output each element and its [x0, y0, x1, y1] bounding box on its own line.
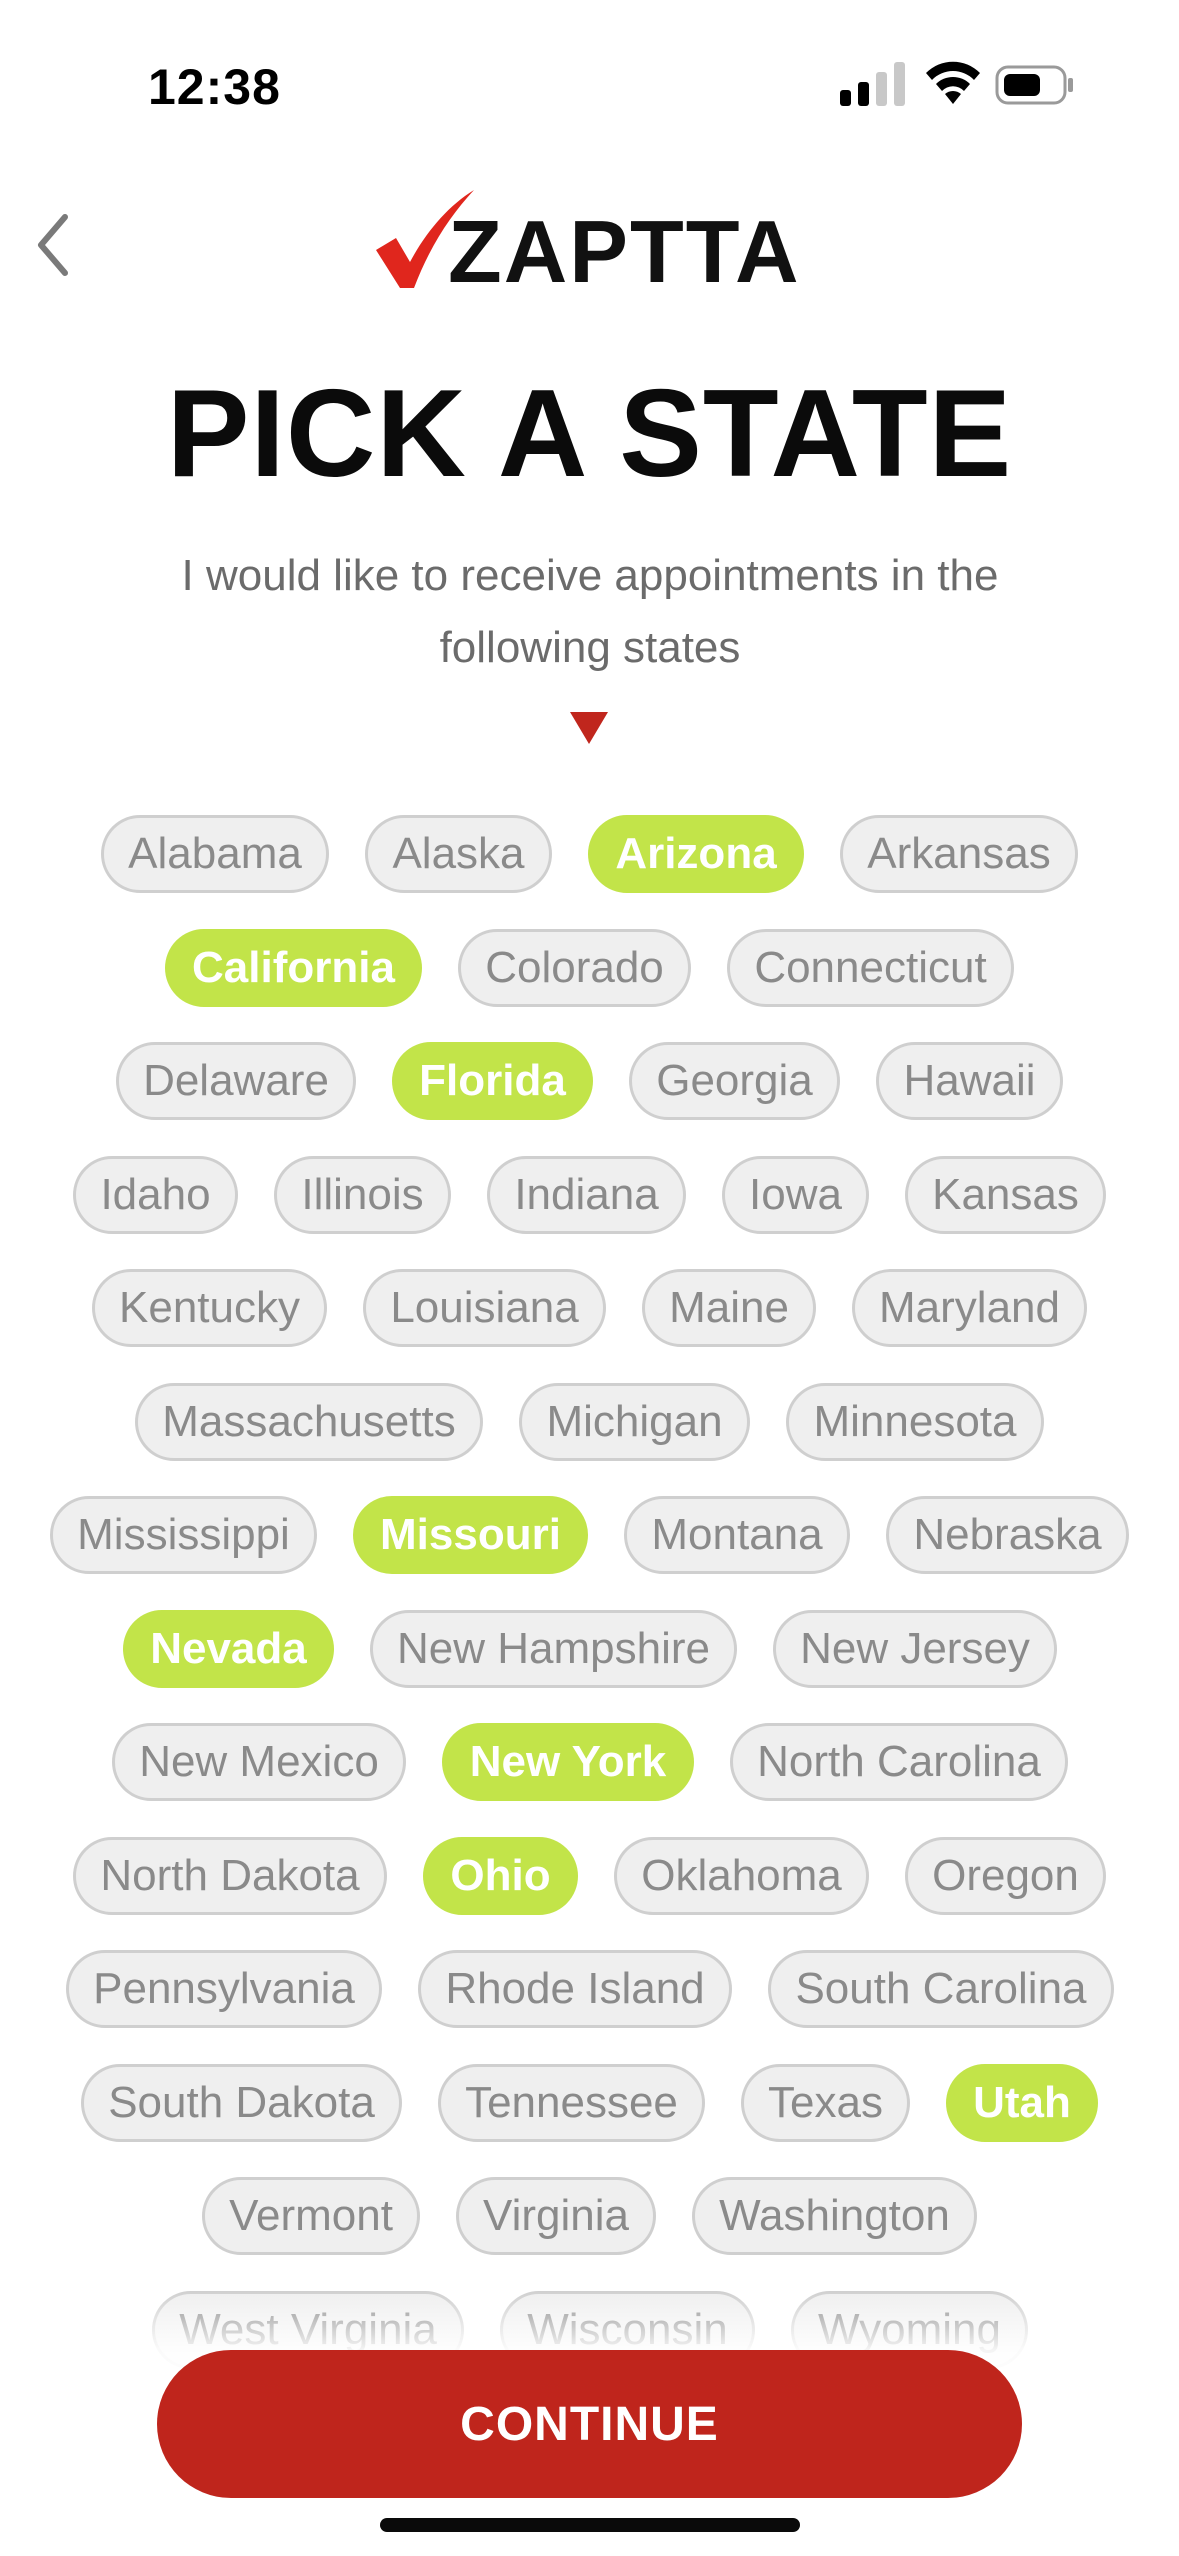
- state-chip-washington[interactable]: Washington: [692, 2177, 977, 2255]
- state-chip-connecticut[interactable]: Connecticut: [727, 929, 1014, 1007]
- wifi-icon: [926, 61, 980, 104]
- state-chip-louisiana[interactable]: Louisiana: [363, 1269, 606, 1347]
- state-chip-pennsylvania[interactable]: Pennsylvania: [66, 1950, 382, 2028]
- state-chip-massachusetts[interactable]: Massachusetts: [135, 1383, 483, 1461]
- state-chip-georgia[interactable]: Georgia: [629, 1042, 840, 1120]
- battery-icon: [995, 65, 1073, 105]
- state-chip-alaska[interactable]: Alaska: [365, 815, 552, 893]
- back-button[interactable]: [18, 205, 88, 285]
- zaptta-logo: ZAPTTA: [370, 188, 810, 298]
- state-chip-north-dakota[interactable]: North Dakota: [73, 1837, 387, 1915]
- triangle-down-icon: [570, 712, 608, 744]
- state-chip-utah[interactable]: Utah: [946, 2064, 1098, 2142]
- state-chip-missouri[interactable]: Missouri: [353, 1496, 588, 1574]
- status-time: 12:38: [148, 59, 281, 115]
- cellular-signal-icon: [840, 62, 905, 106]
- state-chip-california[interactable]: California: [165, 929, 422, 1007]
- state-chip-arkansas[interactable]: Arkansas: [840, 815, 1078, 893]
- state-chip-nevada[interactable]: Nevada: [123, 1610, 334, 1688]
- state-chip-delaware[interactable]: Delaware: [116, 1042, 356, 1120]
- state-chip-indiana[interactable]: Indiana: [487, 1156, 686, 1234]
- state-chip-arizona[interactable]: Arizona: [588, 815, 804, 893]
- subtitle: I would like to receive appointments in …: [181, 551, 999, 672]
- state-chip-illinois[interactable]: Illinois: [274, 1156, 451, 1234]
- state-chip-maryland[interactable]: Maryland: [852, 1269, 1087, 1347]
- state-chip-new-mexico[interactable]: New Mexico: [112, 1723, 406, 1801]
- state-chip-florida[interactable]: Florida: [392, 1042, 593, 1120]
- state-chip-kentucky[interactable]: Kentucky: [92, 1269, 327, 1347]
- state-chip-south-carolina[interactable]: South Carolina: [768, 1950, 1114, 2028]
- state-chip-maine[interactable]: Maine: [642, 1269, 816, 1347]
- state-chip-montana[interactable]: Montana: [624, 1496, 850, 1574]
- state-chip-north-carolina[interactable]: North Carolina: [730, 1723, 1068, 1801]
- state-chip-nebraska[interactable]: Nebraska: [886, 1496, 1129, 1574]
- logo-text: ZAPTTA: [448, 202, 801, 301]
- page-title: PICK A STATE: [166, 365, 1013, 503]
- chevron-left-icon: [38, 214, 68, 276]
- state-chip-iowa[interactable]: Iowa: [722, 1156, 869, 1234]
- status-bar: 12:38: [0, 0, 1179, 150]
- state-chip-idaho[interactable]: Idaho: [73, 1156, 238, 1234]
- state-chip-minnesota[interactable]: Minnesota: [786, 1383, 1044, 1461]
- state-chip-kansas[interactable]: Kansas: [905, 1156, 1106, 1234]
- state-chip-oregon[interactable]: Oregon: [905, 1837, 1106, 1915]
- state-chip-texas[interactable]: Texas: [741, 2064, 910, 2142]
- state-chip-mississippi[interactable]: Mississippi: [50, 1496, 317, 1574]
- state-chip-tennessee[interactable]: Tennessee: [438, 2064, 705, 2142]
- home-indicator: [380, 2518, 800, 2532]
- state-chip-new-jersey[interactable]: New Jersey: [773, 1610, 1057, 1688]
- state-chip-rhode-island[interactable]: Rhode Island: [418, 1950, 732, 2028]
- state-chip-michigan[interactable]: Michigan: [519, 1383, 750, 1461]
- state-chip-hawaii[interactable]: Hawaii: [876, 1042, 1063, 1120]
- state-chip-south-dakota[interactable]: South Dakota: [81, 2064, 402, 2142]
- state-chip-alabama[interactable]: Alabama: [101, 815, 329, 893]
- state-chip-ohio[interactable]: Ohio: [423, 1837, 578, 1915]
- continue-button[interactable]: CONTINUE: [157, 2350, 1022, 2498]
- state-chip-new-hampshire[interactable]: New Hampshire: [370, 1610, 737, 1688]
- state-chip-oklahoma[interactable]: Oklahoma: [614, 1837, 869, 1915]
- state-chip-colorado[interactable]: Colorado: [458, 929, 691, 1007]
- state-chip-virginia[interactable]: Virginia: [456, 2177, 656, 2255]
- state-chip-new-york[interactable]: New York: [442, 1723, 694, 1801]
- state-chip-vermont[interactable]: Vermont: [202, 2177, 420, 2255]
